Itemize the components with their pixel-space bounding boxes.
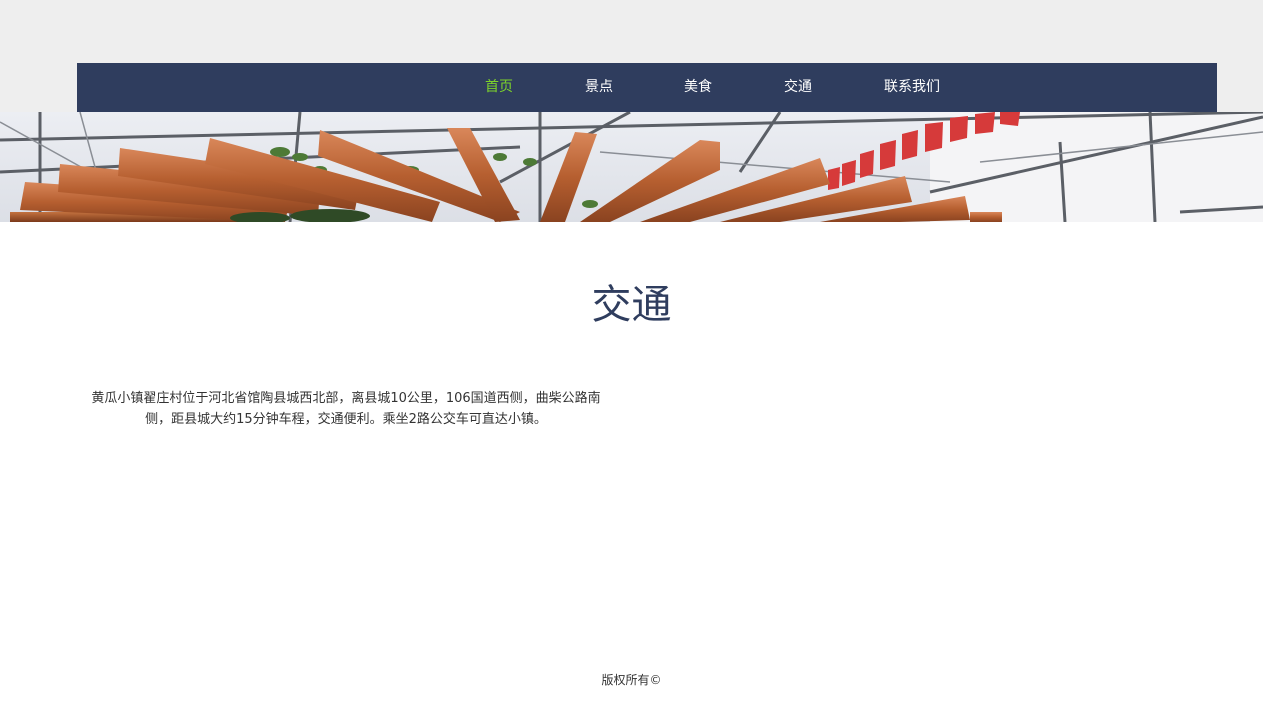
banner-image bbox=[0, 112, 1263, 222]
nav-item-home[interactable]: 首页 bbox=[485, 63, 513, 112]
nav-item-spots[interactable]: 景点 bbox=[585, 63, 613, 112]
traffic-description: 黄瓜小镇翟庄村位于河北省馆陶县城西北部，离县城10公里，106国道西侧，曲柴公路… bbox=[91, 391, 601, 427]
nav-item-contact[interactable]: 联系我们 bbox=[884, 63, 940, 112]
greenhouse-pergola-illustration bbox=[0, 112, 1263, 222]
page-title: 交通 bbox=[591, 282, 672, 328]
nav-item-food[interactable]: 美食 bbox=[684, 63, 712, 112]
footer-copyright: 版权所有© bbox=[601, 673, 662, 687]
main-navbar: 首页 景点 美食 交通 联系我们 bbox=[77, 63, 1217, 112]
nav-item-traffic[interactable]: 交通 bbox=[784, 63, 812, 112]
